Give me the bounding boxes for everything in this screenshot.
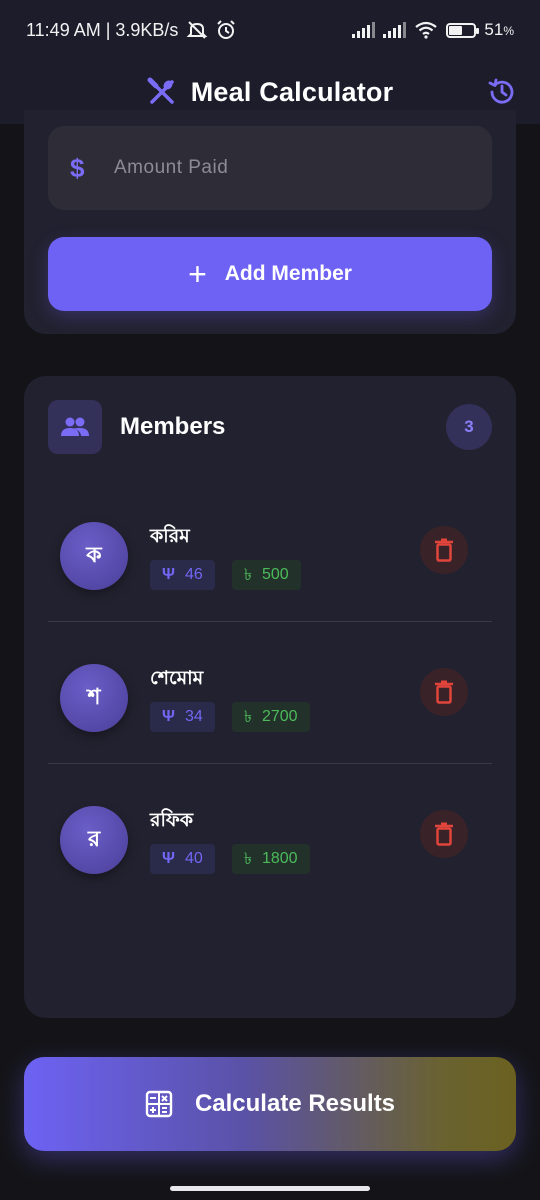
status-left: 11:49 AM | 3.9KB/s bbox=[26, 20, 236, 41]
members-count-badge: 3 bbox=[446, 404, 492, 450]
member-avatar: শ bbox=[60, 664, 128, 732]
taka-icon: ৳ bbox=[244, 850, 252, 868]
meal-count-chip: Ψ 40 bbox=[150, 844, 215, 874]
member-name: রফিক bbox=[150, 810, 194, 831]
amount-value: 1800 bbox=[261, 850, 298, 867]
amount-chip: ৳ 500 bbox=[232, 560, 301, 590]
utensils-icon: Ψ bbox=[162, 708, 175, 725]
status-right: 51% bbox=[352, 20, 514, 40]
home-indicator[interactable] bbox=[170, 1186, 370, 1191]
delete-member-button[interactable] bbox=[420, 810, 468, 858]
group-icon bbox=[61, 417, 89, 436]
members-card: Members 3 ক করিম Ψ 46 ৳ 500 শ শেমোম Ψ 34 bbox=[24, 376, 516, 1018]
history-icon bbox=[488, 78, 514, 104]
meal-count-chip: Ψ 46 bbox=[150, 560, 215, 590]
fork-spoon-icon bbox=[147, 77, 174, 104]
calculate-results-button[interactable]: Calculate Results bbox=[24, 1057, 516, 1151]
utensils-icon: Ψ bbox=[162, 850, 175, 867]
amount-value: 500 bbox=[261, 566, 289, 583]
add-member-label: Add Member bbox=[224, 262, 352, 285]
calculate-results-label: Calculate Results bbox=[194, 1090, 396, 1117]
wifi-icon bbox=[415, 21, 438, 39]
alarm-icon bbox=[217, 20, 236, 39]
member-name: শেমোম bbox=[150, 668, 204, 689]
member-row: ক করিম Ψ 46 ৳ 500 bbox=[48, 480, 492, 622]
status-time: 11:49 AM | 3.9KB/s bbox=[26, 19, 179, 40]
history-button[interactable] bbox=[482, 72, 522, 112]
amount-chip: ৳ 1800 bbox=[232, 844, 310, 874]
signal-icon bbox=[352, 22, 376, 38]
amount-value: 2700 bbox=[261, 708, 298, 725]
add-member-button[interactable]: + Add Member bbox=[48, 237, 492, 311]
meal-count-chip: Ψ 34 bbox=[150, 702, 215, 732]
taka-icon: ৳ bbox=[244, 566, 252, 584]
amount-field[interactable]: $ bbox=[48, 126, 492, 210]
trash-icon bbox=[435, 680, 453, 704]
status-bar: 11:49 AM | 3.9KB/s 51% bbox=[0, 0, 540, 60]
signal-icon-2 bbox=[383, 22, 407, 38]
member-row: র রফিক Ψ 40 ৳ 1800 bbox=[48, 764, 492, 906]
calculator-icon bbox=[145, 1090, 173, 1118]
battery-percent: 51% bbox=[484, 20, 514, 39]
delete-member-button[interactable] bbox=[420, 526, 468, 574]
input-card: $ + Add Member bbox=[24, 110, 516, 334]
battery-icon bbox=[446, 22, 480, 38]
trash-icon bbox=[435, 538, 453, 562]
trash-icon bbox=[435, 822, 453, 846]
delete-member-button[interactable] bbox=[420, 668, 468, 716]
header-center: Meal Calculator bbox=[147, 77, 394, 108]
members-header: Members 3 bbox=[48, 400, 492, 454]
app-title: Meal Calculator bbox=[190, 76, 394, 107]
meal-count: 34 bbox=[184, 708, 203, 725]
member-avatar: র bbox=[60, 806, 128, 874]
utensils-icon: Ψ bbox=[162, 566, 175, 583]
amount-chip: ৳ 2700 bbox=[232, 702, 310, 732]
member-name: করিম bbox=[150, 526, 190, 547]
member-avatar: ক bbox=[60, 522, 128, 590]
mute-icon bbox=[187, 21, 208, 39]
meal-count: 40 bbox=[184, 850, 203, 867]
member-row: শ শেমোম Ψ 34 ৳ 2700 bbox=[48, 622, 492, 764]
meal-count: 46 bbox=[184, 566, 203, 583]
dollar-icon: $ bbox=[70, 152, 85, 183]
plus-icon: + bbox=[188, 256, 207, 292]
members-title: Members bbox=[120, 413, 226, 440]
group-icon-box bbox=[48, 400, 102, 454]
taka-icon: ৳ bbox=[244, 708, 252, 726]
amount-paid-input[interactable] bbox=[114, 157, 444, 179]
